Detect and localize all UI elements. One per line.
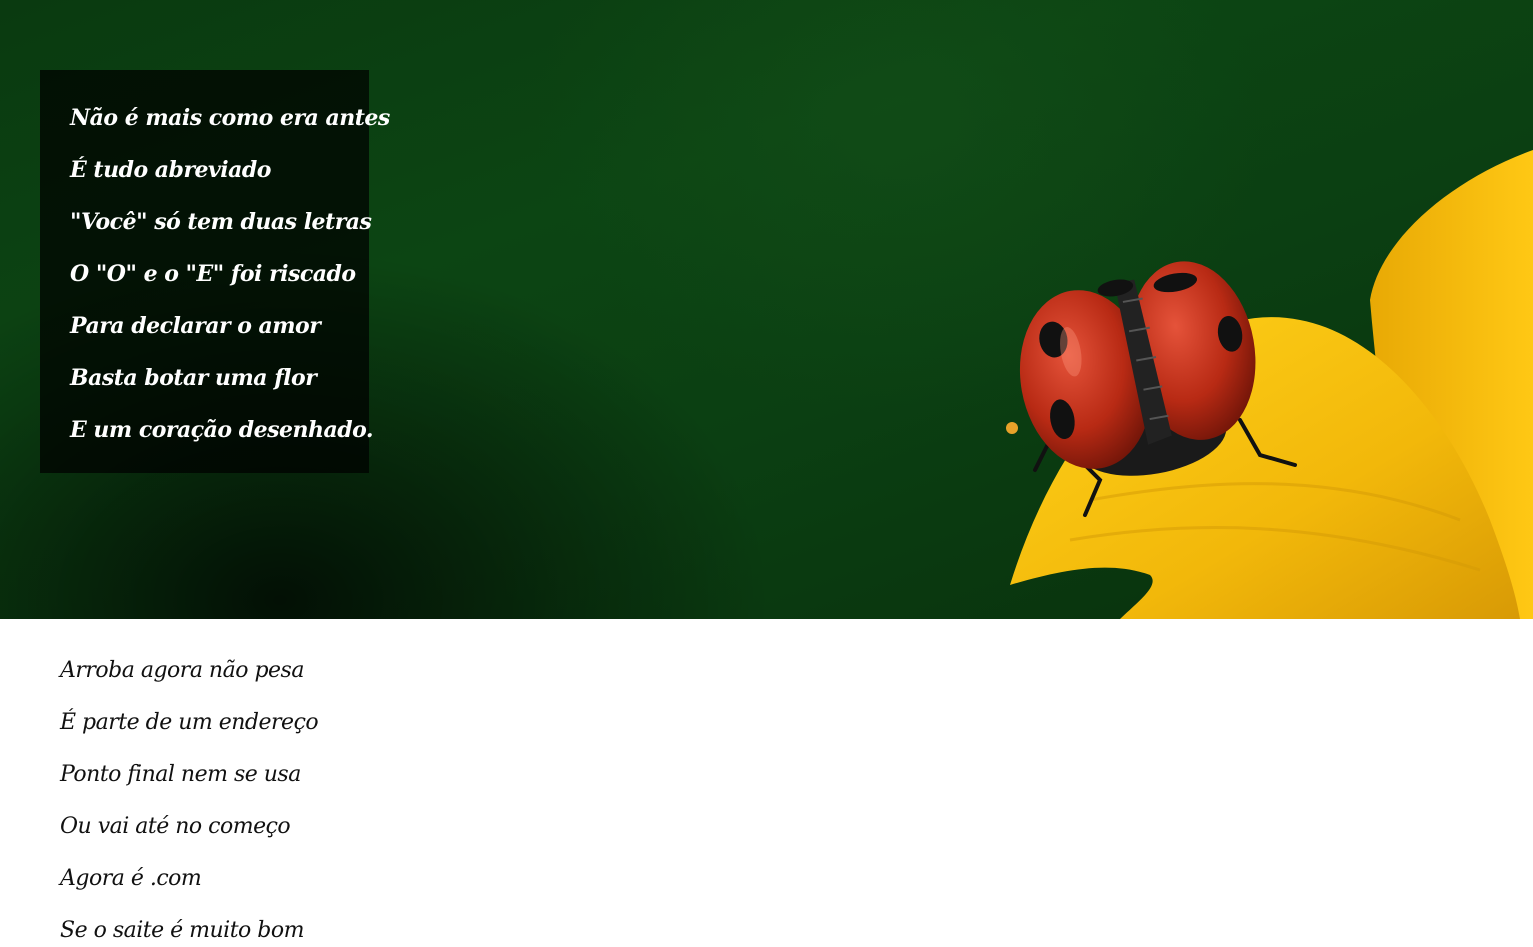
poem-line: O "O" e o "E" foi riscado — [70, 261, 356, 287]
text-line: Agora é .com — [60, 866, 202, 891]
poem-line: Basta botar uma flor — [70, 365, 317, 391]
poem-continuation: Arroba agora não pesa É parte de um ende… — [60, 645, 319, 947]
poem-line: Não é mais como era antes — [70, 105, 390, 131]
text-line: Se o saite é muito bom — [60, 918, 304, 943]
poem-overlay: Não é mais como era antes É tudo abrevia… — [40, 70, 390, 473]
text-line: Ou vai até no começo — [60, 814, 291, 839]
poem-line: E um coração desenhado. — [70, 417, 374, 443]
text-line: Ponto final nem se usa — [60, 762, 301, 787]
poem-line: Para declarar o amor — [70, 313, 321, 339]
poem-line: É tudo abreviado — [70, 157, 271, 183]
hero-banner: Não é mais como era antes É tudo abrevia… — [0, 0, 1533, 619]
text-line: É parte de um endereço — [60, 710, 319, 735]
text-line: Arroba agora não pesa — [60, 658, 304, 683]
poem-line: "Você" só tem duas letras — [70, 209, 372, 235]
